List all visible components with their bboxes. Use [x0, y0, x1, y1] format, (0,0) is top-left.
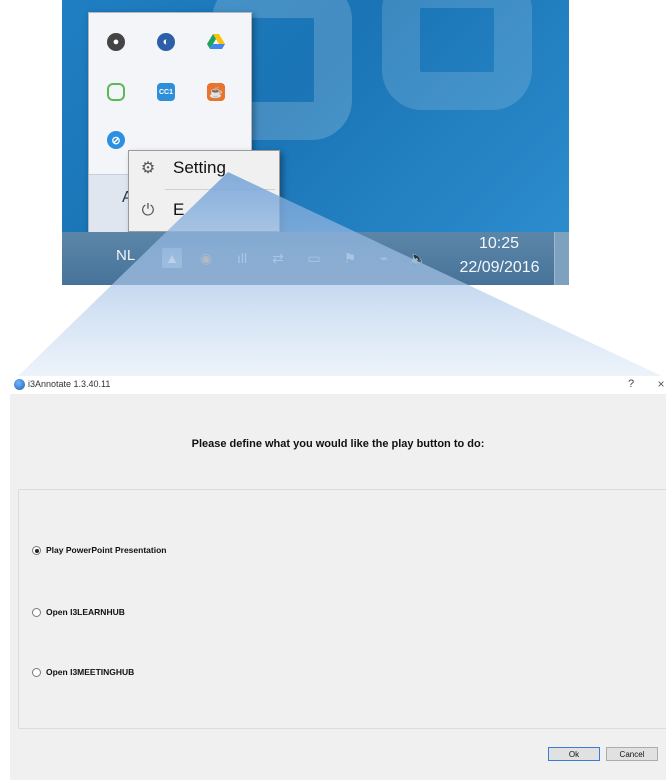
power-icon: ⏻ [141, 202, 155, 219]
option-label[interactable]: Play PowerPoint Presentation [46, 545, 166, 555]
gear-icon: ⚙ [140, 160, 156, 177]
ok-button[interactable]: Ok [548, 747, 600, 761]
disc-app-icon[interactable]: ● [107, 33, 125, 51]
radio-button[interactable] [32, 546, 41, 555]
google-drive-icon[interactable] [207, 33, 225, 51]
menu-item-setting[interactable]: ⚙ Setting [129, 151, 279, 187]
help-button[interactable]: ? [624, 378, 638, 390]
orange-app-icon[interactable]: ◉ [196, 248, 216, 268]
option-label[interactable]: Open I3LEARNHUB [46, 607, 125, 617]
dialog-titlebar: i3Annotate 1.3.40.11 ? × [10, 376, 666, 394]
tray-context-menu: ⚙ Setting ⏻ E [128, 150, 280, 232]
show-hidden-icons-icon[interactable]: ▲ [162, 248, 182, 268]
options-panel: Play PowerPoint Presentation Open I3LEAR… [18, 489, 666, 729]
menu-item-setting-label: Setting [173, 158, 226, 177]
clock-date[interactable]: 22/09/2016 [447, 259, 552, 277]
close-button[interactable]: × [654, 377, 666, 391]
lime-app-icon[interactable] [107, 83, 125, 101]
desktop-logo-shape [382, 0, 532, 110]
menu-item-exit-label: E [173, 200, 185, 219]
i3annotate-app-icon [14, 379, 25, 390]
menu-item-exit[interactable]: ⏻ E [129, 193, 279, 229]
cc-app-icon[interactable]: CC1 [157, 83, 175, 101]
dialog-question: Please define what you would like the pl… [191, 438, 485, 450]
clock-time[interactable]: 10:25 [454, 235, 544, 253]
signal-icon[interactable]: ıll [232, 248, 252, 268]
power-plug-icon[interactable]: ⌁ [374, 248, 394, 268]
network-icon[interactable]: ⇄ [268, 248, 288, 268]
option-label[interactable]: Open I3MEETINGHUB [46, 667, 134, 677]
taskbar: NL ▲ ◉ ıll ⇄ ▭ ⚑ ⌁ 🔈 10:25 22/09/2016 [62, 232, 569, 285]
show-desktop-button[interactable] [554, 232, 569, 285]
radio-button[interactable] [32, 608, 41, 617]
java-icon[interactable]: ☕ [207, 83, 225, 101]
i3annotate-tray-icon[interactable]: ⊘ [107, 131, 125, 149]
menu-separator [165, 189, 275, 190]
dialog-title: i3Annotate 1.3.40.11 [28, 379, 111, 389]
globe-app-icon[interactable]: ◐ [157, 33, 175, 51]
settings-dialog: i3Annotate 1.3.40.11 ? × Please define w… [10, 376, 666, 780]
radio-button[interactable] [32, 668, 41, 677]
volume-icon[interactable]: 🔈 [408, 248, 428, 268]
cancel-button[interactable]: Cancel [606, 747, 658, 761]
flag-icon[interactable]: ⚑ [340, 248, 360, 268]
taskbar-screenshot: ● ◐ CC1 ☕ ⊘ A ⚙ Setting ⏻ E NL ▲ ◉ ıll ⇄… [62, 0, 569, 285]
display-icon[interactable]: ▭ [304, 248, 324, 268]
language-indicator[interactable]: NL [116, 247, 135, 264]
